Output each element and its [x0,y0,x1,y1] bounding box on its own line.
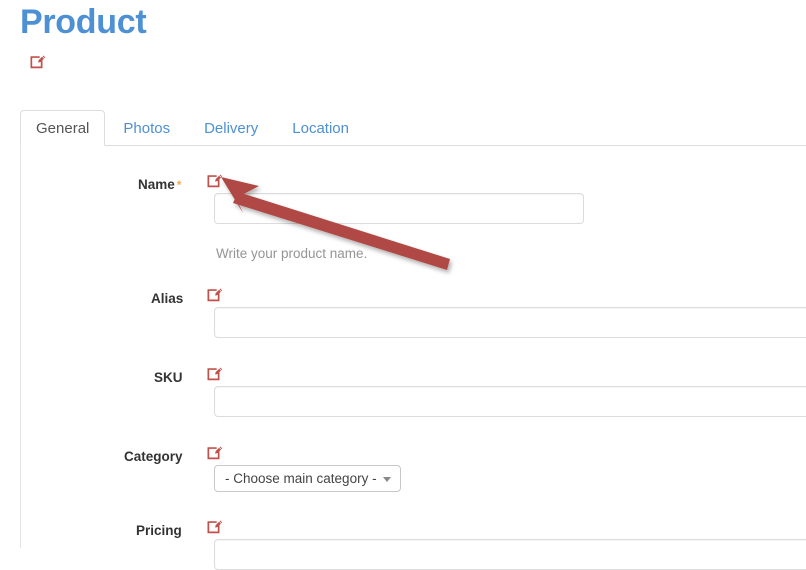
pricing-field-edit-icon[interactable] [206,518,223,535]
category-field-edit-icon[interactable] [206,444,223,461]
name-input[interactable] [214,193,584,224]
tab-panel-general: Name * Write your product name. Alias SKU [20,146,806,570]
tab-photos[interactable]: Photos [107,110,186,146]
field-label-pricing: Pricing [136,523,182,538]
category-select[interactable]: - Choose main category - [214,465,401,492]
chevron-down-icon [383,477,391,482]
page-title: Product [20,3,147,41]
pricing-input[interactable] [214,539,806,570]
alias-input[interactable] [214,307,806,338]
name-help-text: Write your product name. [216,246,368,261]
tab-location[interactable]: Location [276,110,365,146]
tab-general[interactable]: General [20,110,106,146]
field-label-sku: SKU [154,370,183,385]
field-label-name: Name * [138,177,182,192]
alias-field-edit-icon[interactable] [206,286,223,303]
tab-delivery[interactable]: Delivery [188,110,274,146]
name-field-edit-icon[interactable] [206,172,223,189]
sku-field-edit-icon[interactable] [206,365,223,382]
category-select-value: - Choose main category - [225,471,377,486]
sku-input[interactable] [214,386,806,417]
field-label-category: Category [124,449,183,464]
tab-bar: General Photos Delivery Location [20,110,806,146]
field-label-alias: Alias [151,291,184,306]
required-marker: * [176,178,182,192]
title-edit-icon[interactable] [29,53,46,70]
